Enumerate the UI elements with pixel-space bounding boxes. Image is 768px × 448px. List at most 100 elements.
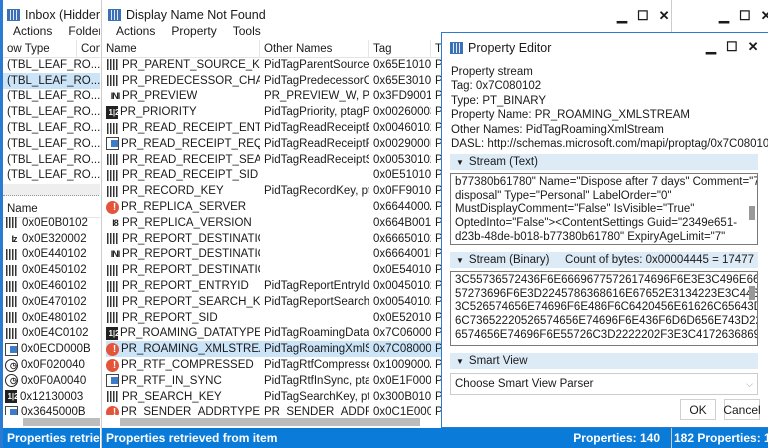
minimize-icon[interactable]: ▁: [706, 39, 716, 55]
row-type-cell: (TBL_LEAF_RO...: [7, 122, 100, 135]
stream-binary-section[interactable]: ▼ Stream (Binary) Count of bytes: 0x000044…: [450, 252, 758, 268]
list-item[interactable]: ◷ 0x0F020040: [5, 357, 100, 373]
tag-cell: 0x0F020040: [21, 359, 85, 372]
stream-binary-line: 57273696F6E3D2245786368616E67652E3134223…: [455, 287, 758, 300]
binary-type-icon: [107, 185, 118, 197]
table-row[interactable]: (TBL_LEAF_RO...: [3, 104, 100, 120]
name-cell: ! PR_SENDER_ADDRTYPE: [106, 405, 260, 415]
binary-type-icon: [107, 59, 118, 71]
menu-actions[interactable]: Actions: [5, 24, 60, 38]
stream-text-line: MustDisplayComment="False" IsVisible="Tr…: [455, 203, 695, 216]
table-row[interactable]: (TBL_LEAF_RO...: [3, 120, 100, 136]
table-row[interactable]: (TBL_LEAF_RO...: [3, 57, 100, 73]
stream-text-line: b77380b61780" Name="Dispose after 7 days…: [455, 176, 758, 188]
name-cell: 1|2PR_ROAMING_DATATYPES: [106, 326, 260, 340]
other-names-cell: PidTagPredecessorCh...: [264, 74, 369, 87]
binary-type-icon: [107, 280, 118, 292]
vertical-scrollbar[interactable]: [749, 286, 755, 300]
menu-folder[interactable]: Folder: [60, 24, 100, 38]
close-icon[interactable]: ✕: [761, 8, 768, 24]
column-row-type[interactable]: ow Type: [3, 40, 77, 57]
smart-view-parser-select[interactable]: Choose Smart View Parser ⌵: [450, 373, 758, 395]
list-item[interactable]: 0x0E440102: [5, 247, 100, 263]
table-row[interactable]: (TBL_LEAF_RO...: [3, 152, 100, 168]
list-item[interactable]: 0x0E450102: [5, 262, 100, 278]
stream-text-section[interactable]: ▼ Stream (Text): [450, 154, 758, 170]
stream-text-box[interactable]: b77380b61780" Name="Dispose after 7 days…: [450, 173, 758, 245]
tag-cell: 0x0E510102: [373, 169, 431, 182]
list-item[interactable]: Iz 0x0E320002: [5, 231, 100, 247]
binary-type-icon: [6, 248, 17, 260]
ok-button[interactable]: OK: [680, 399, 716, 420]
minimize-icon[interactable]: ▁: [719, 8, 729, 24]
property-editor-dialog: Property Editor ▁ ☐ ✕ Property stream Tag: …: [441, 32, 768, 428]
int-type-icon: 1|2: [106, 326, 118, 340]
name-cell: PR_REPORT_DESTINATION_SID: [106, 264, 260, 276]
property-name: PR_PRIORITY: [120, 106, 197, 119]
list-item[interactable]: 0x0ECD000B: [5, 341, 100, 357]
other-names-cell: PidTagSearchKey, pta...: [264, 390, 369, 403]
property-name: PR_READ_RECEIPT_SEARCH_K...: [122, 153, 260, 166]
property-name: PR_REPORT_DESTINATION_SID: [122, 264, 260, 277]
tag-cell: 0x00460102: [373, 122, 431, 135]
table-row[interactable]: (TBL_LEAF_RO...: [3, 72, 100, 89]
list-item[interactable]: 0x0E4C0102: [5, 326, 100, 342]
other-names-cell: PidTagReadReceiptRe...: [264, 137, 369, 150]
info-line: DASL: http://schemas.microsoft.com/mapi/…: [451, 137, 768, 150]
bool-type-icon: [106, 374, 119, 388]
vertical-scrollbar[interactable]: [749, 206, 755, 220]
stream-binary-box[interactable]: 3C55736572436F6E66696775726174696F6E3E3C…: [450, 271, 758, 346]
error-type-icon: !: [106, 342, 119, 356]
menu-property[interactable]: Property: [163, 24, 224, 38]
column-name[interactable]: Name: [102, 40, 260, 57]
tag-cell: 0x6664001F: [373, 248, 431, 261]
close-icon[interactable]: ✕: [659, 8, 670, 24]
row-type-cell: (TBL_LEAF_RO...: [7, 74, 100, 87]
smart-view-section[interactable]: ▼ Smart View: [450, 353, 758, 369]
maximize-icon[interactable]: ☐: [726, 39, 738, 55]
name-cell: PR_SEARCH_KEY: [106, 391, 260, 403]
tag-cell: 0x0F0A0040: [21, 374, 87, 387]
list-item[interactable]: 0x0E0B0102: [5, 215, 100, 231]
horizontal-scrollbar[interactable]: [23, 418, 100, 426]
other-names-cell: PidTagReadReceiptEnt...: [264, 122, 369, 135]
column-cont[interactable]: Cont: [77, 40, 100, 57]
app-icon: [450, 42, 463, 54]
menu-actions[interactable]: Actions: [108, 24, 163, 38]
list-item[interactable]: 0x3645000B: [5, 405, 100, 415]
column-tag[interactable]: Tag: [369, 40, 431, 57]
chevron-down-icon: ⌵: [746, 378, 753, 389]
cancel-button[interactable]: Cancel: [723, 399, 761, 420]
column-other-names[interactable]: Other Names: [260, 40, 369, 57]
int-type-icon: 1|2: [5, 390, 17, 404]
name-cell: I8 PR_REPLICA_VERSION: [106, 217, 260, 229]
string-type-icon: INI: [110, 91, 120, 102]
splitter[interactable]: [3, 184, 100, 196]
tag-cell: 0x66650102: [373, 232, 431, 245]
minimize-icon[interactable]: ▁: [617, 8, 627, 24]
close-icon[interactable]: ✕: [748, 39, 759, 55]
table-row[interactable]: (TBL_LEAF_RO...: [3, 89, 100, 105]
list-item[interactable]: 0x0E470102: [5, 294, 100, 310]
maximize-icon[interactable]: ☐: [637, 8, 649, 24]
maximize-icon[interactable]: ☐: [739, 8, 751, 24]
tag-cell: 0x0E480102: [22, 311, 87, 324]
list-item[interactable]: 1|20x12130003: [5, 389, 100, 405]
other-names-cell: PidTagRoamingDataty...: [264, 327, 369, 340]
binary-type-icon: [107, 312, 118, 324]
property-name: PR_ROAMING_XMLSTREAM: [121, 343, 260, 356]
table-row[interactable]: (TBL_LEAF_RO...: [3, 136, 100, 152]
table-row[interactable]: (TBL_LEAF_RO...: [3, 168, 100, 184]
tag-cell: 0x00450102: [373, 280, 431, 293]
list-item[interactable]: ◷ 0x0F0A0040: [5, 373, 100, 389]
property-name: PR_REPLICA_VERSION: [122, 216, 252, 229]
horizontal-scrollbar[interactable]: [120, 418, 420, 426]
tag-cell: 0x0E460102: [22, 280, 87, 293]
collapse-triangle-icon: ▼: [456, 157, 464, 167]
property-name: PR_ROAMING_DATATYPES: [120, 327, 260, 340]
list-item[interactable]: 0x0E480102: [5, 310, 100, 326]
list-item[interactable]: 0x0E460102: [5, 278, 100, 294]
menu-tools[interactable]: Tools: [225, 24, 269, 38]
stream-binary-line: 3C55736572436F6E66696775726174696F6E3E3C…: [455, 274, 758, 286]
tag-cell: 0x12130003: [20, 390, 84, 403]
